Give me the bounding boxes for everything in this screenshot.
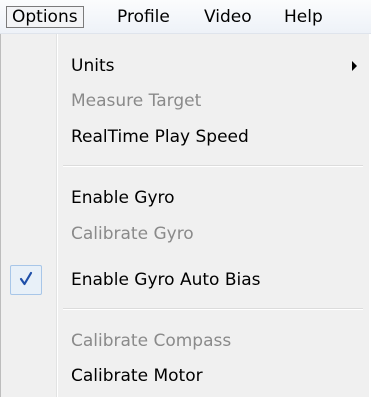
menu-item-label: RealTime Play Speed (71, 127, 249, 147)
menu-options[interactable]: Options (6, 6, 84, 28)
menu-separator (63, 308, 363, 310)
icon-gutter-highlight (57, 34, 58, 397)
menu-item-enable-gyro-auto-bias[interactable]: Enable Gyro Auto Bias (71, 269, 261, 291)
menu-bar: Options Profile Video Help (0, 0, 371, 34)
menu-item-measure-target: Measure Target (71, 90, 201, 112)
menu-item-label: Units (71, 56, 115, 76)
menu-item-enable-gyro[interactable]: Enable Gyro (71, 187, 175, 209)
checkmark-frame (10, 265, 42, 295)
menu-item-calibrate-motor[interactable]: Calibrate Motor (71, 365, 203, 387)
menu-profile[interactable]: Profile (112, 6, 175, 28)
menu-item-units[interactable]: Units (71, 55, 361, 77)
submenu-arrow-icon (352, 61, 357, 71)
menu-item-label: Calibrate Motor (71, 366, 203, 386)
menu-separator (63, 165, 363, 167)
menu-help[interactable]: Help (279, 6, 328, 28)
menu-item-calibrate-compass: Calibrate Compass (71, 330, 231, 352)
options-dropdown-menu: Units Measure Target RealTime Play Speed… (0, 34, 369, 397)
menu-item-label: Enable Gyro (71, 188, 175, 208)
menu-item-label: Calibrate Gyro (71, 224, 194, 244)
checkmark-icon (19, 271, 33, 286)
menu-item-calibrate-gyro: Calibrate Gyro (71, 223, 194, 245)
menu-item-label: Enable Gyro Auto Bias (71, 270, 261, 290)
menu-video[interactable]: Video (199, 6, 257, 28)
menu-item-label: Calibrate Compass (71, 331, 232, 351)
menu-item-realtime-play-speed[interactable]: RealTime Play Speed (71, 126, 249, 148)
menu-item-label: Measure Target (71, 91, 202, 111)
